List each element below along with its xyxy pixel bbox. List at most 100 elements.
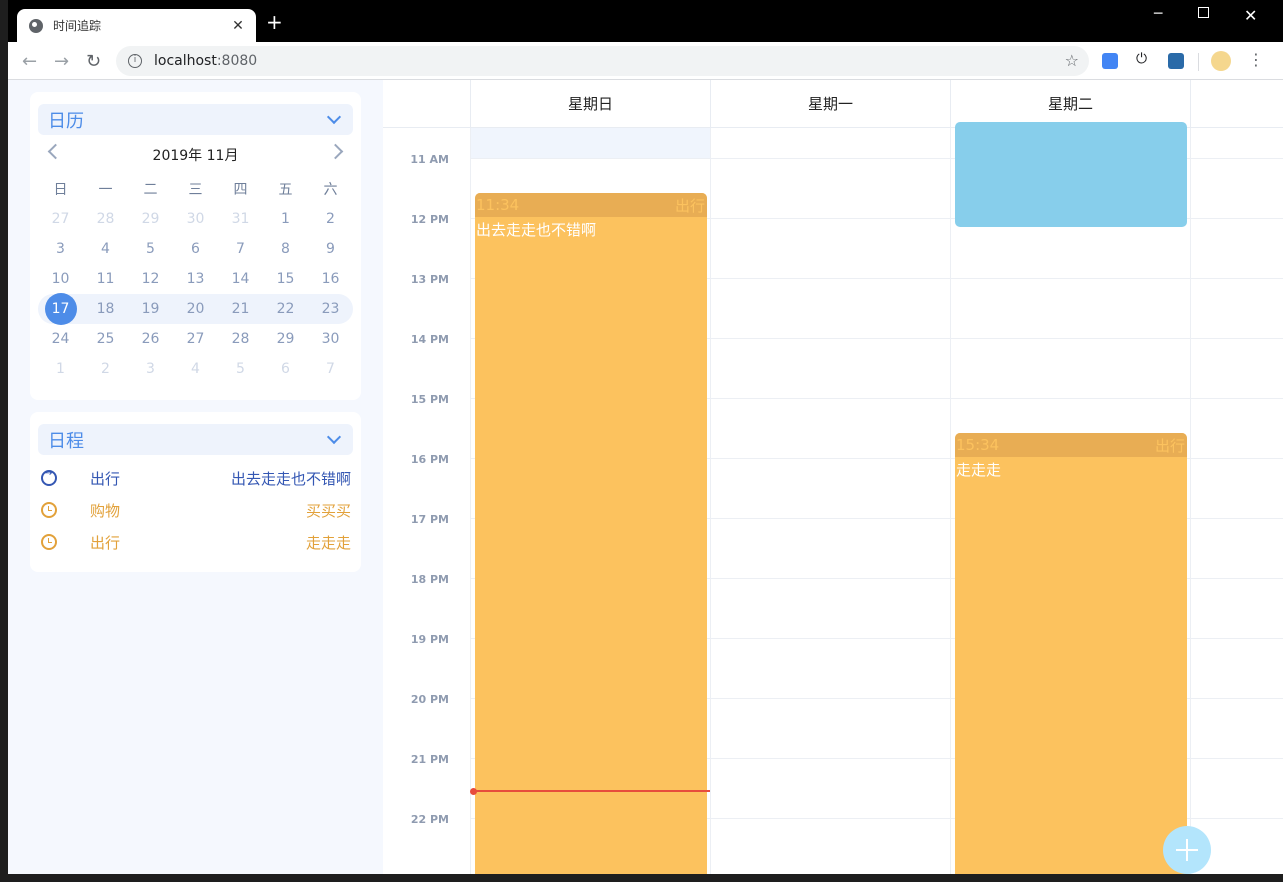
calendar-day[interactable]: 24 [38, 331, 83, 347]
calendar-day[interactable]: 15 [263, 271, 308, 287]
calendar-day[interactable]: 20 [173, 301, 218, 317]
event-header: 11:34 出行 [475, 193, 707, 217]
back-button[interactable]: ← [22, 51, 37, 72]
calendar-day[interactable]: 5 [128, 241, 173, 257]
calendar-day[interactable]: 4 [83, 241, 128, 257]
app-content: 日历 2019年 11月 日 一 二 三 四 五 六 27 28 29 30 3… [8, 80, 1283, 874]
calendar-grid: 日 一 二 三 四 五 六 27 28 29 30 31 1 2 3 4 5 6… [38, 174, 353, 384]
chevron-down-icon[interactable] [326, 429, 342, 444]
tab-title: 时间追踪 [53, 19, 102, 33]
calendar-day[interactable]: 3 [38, 241, 83, 257]
event-block[interactable]: 15:34 出行 走走走 [955, 433, 1187, 874]
day-divider [710, 128, 711, 874]
desktop-bottom-edge [0, 874, 1283, 882]
day-header-partial [1190, 80, 1283, 128]
calendar-card-header[interactable]: 日历 [38, 104, 353, 135]
calendar-day[interactable]: 26 [128, 331, 173, 347]
hour-label: 12 PM [410, 213, 449, 226]
event-header: 15:34 出行 [955, 433, 1187, 457]
calendar-day[interactable]: 22 [263, 301, 308, 317]
calendar-day[interactable]: 6 [173, 241, 218, 257]
calendar-day[interactable]: 27 [173, 331, 218, 347]
day-header-tuesday[interactable]: 星期二 [950, 80, 1190, 128]
calendar-day[interactable]: 12 [128, 271, 173, 287]
calendar-day[interactable]: 11 [83, 271, 128, 287]
calendar-day[interactable]: 8 [263, 241, 308, 257]
hour-label: 17 PM [410, 513, 449, 526]
schedule-card-header[interactable]: 日程 [38, 424, 353, 455]
forward-button[interactable]: → [54, 51, 69, 72]
calendar-day[interactable]: 2 [308, 211, 353, 227]
calendar-day[interactable]: 29 [263, 331, 308, 347]
hour-label: 22 PM [410, 813, 449, 826]
title-bar: 时间追踪 ✕ + ─ ✕ [8, 0, 1283, 42]
schedule-item[interactable]: 出行 出去走走也不错啊 [38, 462, 353, 494]
calendar-day[interactable]: 29 [128, 211, 173, 227]
desktop-edge [0, 0, 8, 882]
maximize-button[interactable] [1198, 7, 1209, 18]
calendar-day[interactable]: 21 [218, 301, 263, 317]
calendar-day[interactable]: 23 [308, 301, 353, 317]
calendar-day[interactable]: 1 [38, 361, 83, 377]
schedule-description: 走走走 [305, 533, 351, 552]
calendar-day[interactable]: 9 [308, 241, 353, 257]
calendar-day[interactable]: 7 [308, 361, 353, 377]
info-icon[interactable]: i [128, 54, 142, 68]
calendar-day[interactable]: 7 [218, 241, 263, 257]
day-header-sunday[interactable]: 星期日 [470, 80, 710, 128]
calendar-day[interactable]: 31 [218, 211, 263, 227]
bookmark-star-icon[interactable]: ☆ [1065, 51, 1079, 70]
calendar-day[interactable]: 30 [308, 331, 353, 347]
add-event-button[interactable] [1163, 826, 1211, 874]
calendar-card-title: 日历 [48, 110, 84, 132]
selected-day[interactable]: 17 [38, 293, 83, 325]
calendar-day[interactable]: 28 [218, 331, 263, 347]
translate-extension-icon[interactable] [1102, 53, 1118, 69]
hour-label: 15 PM [410, 393, 449, 406]
month-label: 2019年 11月 [152, 148, 239, 164]
calendar-week-row: 3 4 5 6 7 8 9 [38, 234, 353, 264]
calendar-day[interactable]: 5 [218, 361, 263, 377]
browser-menu-icon[interactable]: ⋮ [1248, 50, 1264, 69]
calendar-day[interactable]: 2 [83, 361, 128, 377]
calendar-day[interactable]: 14 [218, 271, 263, 287]
calendar-week-row: 24 25 26 27 28 29 30 [38, 324, 353, 354]
calendar-day[interactable]: 25 [83, 331, 128, 347]
chevron-down-icon[interactable] [326, 109, 342, 124]
schedule-item[interactable]: 出行 走走走 [38, 526, 353, 558]
browser-tab[interactable]: 时间追踪 ✕ [17, 9, 256, 42]
power-extension-icon[interactable]: ⏻ [1136, 51, 1152, 67]
hour-label: 19 PM [410, 633, 449, 646]
calendar-day[interactable]: 4 [173, 361, 218, 377]
toolbar-divider [1198, 53, 1199, 71]
schedule-item[interactable]: 购物 买买买 [38, 494, 353, 526]
calendar-day[interactable]: 18 [83, 301, 128, 317]
calendar-day[interactable]: 13 [173, 271, 218, 287]
calendar-day[interactable]: 30 [173, 211, 218, 227]
calendar-day[interactable]: 10 [38, 271, 83, 287]
calendar-day[interactable]: 28 [83, 211, 128, 227]
window-close-button[interactable]: ✕ [1244, 6, 1257, 25]
calendar-day[interactable]: 3 [128, 361, 173, 377]
schedule-description: 出去走走也不错啊 [230, 469, 351, 488]
address-bar[interactable]: i localhost:8080 ☆ [116, 46, 1089, 76]
browser-toolbar: ← → ↻ i localhost:8080 ☆ ⏻ ⋮ [8, 42, 1283, 80]
event-block[interactable]: 11:34 出行 出去走走也不错啊 [475, 193, 707, 874]
minimize-button[interactable]: ─ [1154, 6, 1162, 22]
sidebar: 日历 2019年 11月 日 一 二 三 四 五 六 27 28 29 30 3… [8, 80, 383, 874]
profile-avatar[interactable] [1211, 51, 1231, 71]
day-header-monday[interactable]: 星期一 [710, 80, 950, 128]
reload-button[interactable]: ↻ [86, 51, 101, 72]
calendar-day[interactable]: 27 [38, 211, 83, 227]
week-view: 星期日 星期一 星期二 11 AM 12 PM 13 PM 14 PM 15 P… [383, 80, 1283, 874]
calendar-day[interactable]: 16 [308, 271, 353, 287]
schedule-card: 日程 出行 出去走走也不错啊 购物 买买买 [30, 412, 361, 572]
calendar-day[interactable]: 1 [263, 211, 308, 227]
calendar-day[interactable]: 6 [263, 361, 308, 377]
calendar-day[interactable]: 19 [128, 301, 173, 317]
event-block-blue[interactable] [955, 122, 1187, 227]
new-tab-button[interactable]: + [266, 12, 283, 32]
time-grid[interactable]: 11 AM 12 PM 13 PM 14 PM 15 PM 16 PM 17 P… [383, 122, 1283, 874]
tab-close-icon[interactable]: ✕ [230, 18, 246, 34]
s-extension-icon[interactable] [1168, 53, 1184, 69]
